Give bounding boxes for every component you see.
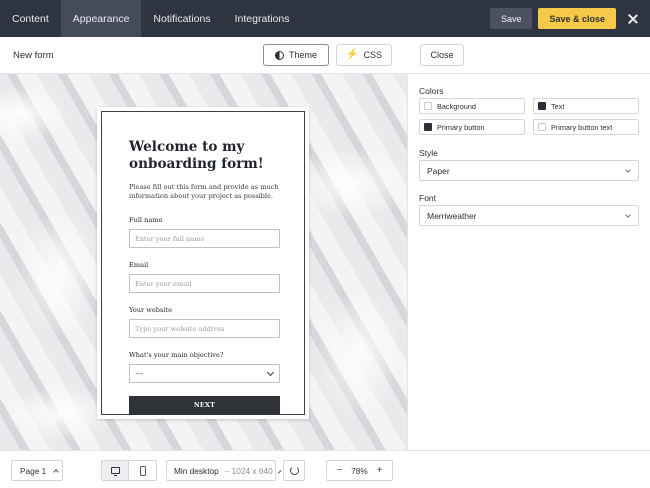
- resolution-name: Min desktop: [174, 465, 219, 476]
- tab-appearance[interactable]: Appearance: [60, 0, 142, 37]
- page-select-value: Page 1: [20, 465, 47, 476]
- rotate-button[interactable]: [283, 460, 305, 481]
- css-button[interactable]: ⚡ CSS: [336, 44, 392, 66]
- text-color-button[interactable]: Text: [533, 98, 639, 114]
- objective-label: What's your main objective?: [129, 351, 224, 359]
- theme-button-label: Theme: [288, 50, 317, 60]
- bolt-icon: ⚡: [346, 49, 359, 60]
- website-input[interactable]: Type your website address: [129, 319, 280, 338]
- resolution-select[interactable]: Min desktop – 1024 x 640: [166, 460, 281, 481]
- tab-content[interactable]: Content: [0, 0, 61, 37]
- save-button[interactable]: Save: [489, 8, 533, 29]
- top-navigation: Content Appearance Notifications Integra…: [0, 0, 650, 37]
- background-color-label: Background: [437, 101, 476, 111]
- style-select-value: Paper: [427, 165, 450, 176]
- colors-heading: Colors: [419, 86, 444, 96]
- css-button-label: CSS: [363, 50, 382, 60]
- preview-canvas: Welcome to my onboarding form! Please fi…: [0, 74, 407, 450]
- resolution-dimensions: – 1024 x 640: [224, 465, 273, 476]
- text-color-label: Text: [551, 101, 565, 111]
- primary-button-text-swatch: [538, 123, 546, 131]
- font-select[interactable]: Merriweather: [419, 205, 639, 226]
- bottom-bar: Page 1 Min desktop – 1024 x 640 − 78% +: [0, 450, 650, 488]
- background-color-button[interactable]: Background: [419, 98, 525, 114]
- background-swatch: [424, 102, 432, 110]
- zoom-in-button[interactable]: +: [373, 464, 386, 477]
- contrast-icon: [274, 50, 284, 60]
- mobile-icon: [139, 465, 146, 476]
- page-select[interactable]: Page 1: [11, 460, 63, 481]
- style-select[interactable]: Paper: [419, 160, 639, 181]
- tab-notifications[interactable]: Notifications: [141, 0, 222, 37]
- email-label: Email: [129, 261, 149, 269]
- close-icon[interactable]: [626, 12, 640, 26]
- zoom-out-button[interactable]: −: [333, 464, 346, 477]
- form-description: Please fill out this form and provide as…: [129, 183, 279, 200]
- objective-select[interactable]: ---: [129, 364, 280, 383]
- font-heading: Font: [419, 193, 437, 203]
- desktop-icon: [110, 467, 120, 477]
- tab-integrations[interactable]: Integrations: [223, 0, 302, 37]
- primary-button-color-button[interactable]: Primary button: [419, 119, 525, 135]
- form-preview: Welcome to my onboarding form! Please fi…: [97, 107, 309, 419]
- style-heading: Style: [419, 148, 438, 158]
- primary-button-text-color-button[interactable]: Primary button text: [533, 119, 639, 135]
- editor-toolbar: New form Theme ⚡ CSS Close: [0, 37, 650, 74]
- next-button[interactable]: NEXT: [129, 396, 280, 415]
- text-swatch: [538, 102, 546, 110]
- zoom-control: − 78% +: [326, 460, 393, 481]
- objective-select-value: ---: [136, 369, 144, 378]
- device-toggle: [101, 460, 157, 481]
- theme-button[interactable]: Theme: [263, 44, 329, 66]
- form-name: New form: [13, 50, 54, 61]
- primary-button-text-color-label: Primary button text: [551, 122, 613, 132]
- chevron-down-icon: [625, 211, 631, 218]
- chevron-down-icon: [625, 166, 631, 173]
- mobile-view-button[interactable]: [129, 461, 156, 480]
- primary-button-color-label: Primary button: [437, 122, 485, 132]
- desktop-view-button[interactable]: [102, 461, 130, 480]
- rotate-icon: [289, 466, 299, 475]
- chevron-up-icon: [277, 469, 281, 474]
- appearance-panel: Colors Background Text Primary button Pr…: [407, 74, 650, 450]
- font-select-value: Merriweather: [427, 210, 477, 221]
- form-title: Welcome to my onboarding form!: [129, 139, 264, 172]
- primary-button-swatch: [424, 123, 432, 131]
- save-and-close-button[interactable]: Save & close: [538, 8, 616, 29]
- close-panel-button[interactable]: Close: [420, 44, 464, 66]
- email-input[interactable]: Enter your email: [129, 274, 280, 293]
- full-name-label: Full name: [129, 216, 163, 224]
- website-label: Your website: [129, 306, 173, 314]
- chevron-down-icon: [266, 368, 275, 376]
- form-paper-frame: Welcome to my onboarding form! Please fi…: [101, 111, 305, 415]
- full-name-input[interactable]: Enter your full name: [129, 229, 280, 248]
- chevron-up-icon: [53, 468, 60, 475]
- zoom-level: 78%: [351, 465, 368, 476]
